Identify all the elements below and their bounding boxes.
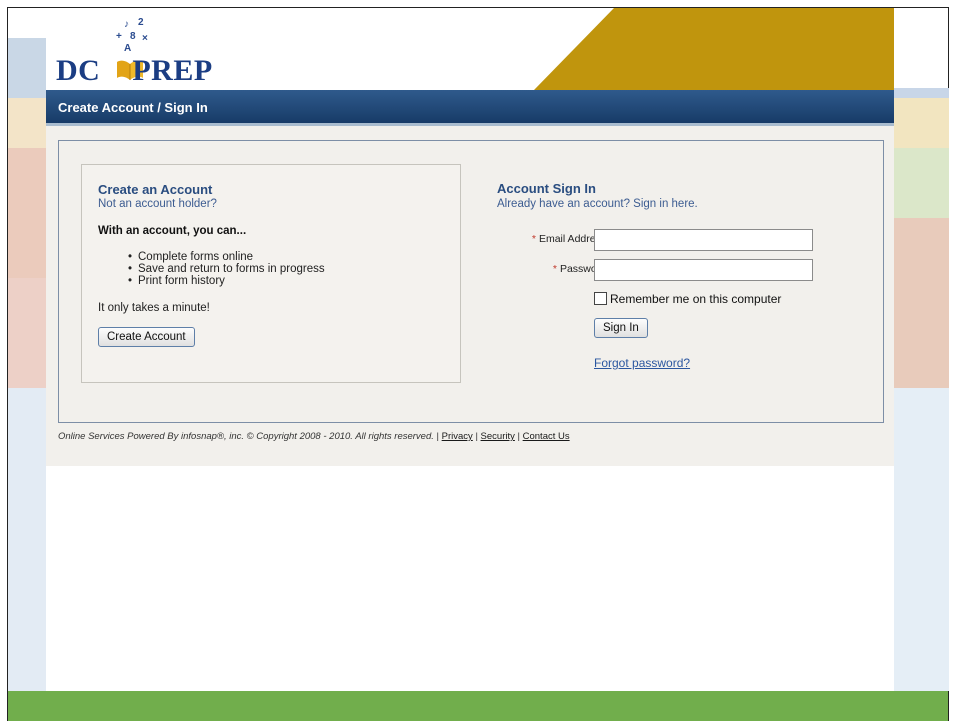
- dc-prep-logo[interactable]: ♪ 2 8 A + × DC PREP: [56, 16, 256, 88]
- email-row: * Email Address:: [497, 229, 827, 251]
- left-decoration: [8, 8, 46, 691]
- page: ♪ 2 8 A + × DC PREP Create Account / Sign…: [46, 8, 894, 691]
- forgot-password-link[interactable]: Forgot password?: [594, 356, 690, 370]
- create-account-note: It only takes a minute!: [98, 302, 210, 314]
- sign-in-subheading: Already have an account? Sign in here.: [497, 198, 698, 210]
- logo-wordmark: DC PREP: [56, 54, 213, 87]
- page-title: Create Account / Sign In: [58, 100, 208, 115]
- security-link[interactable]: Security: [481, 431, 515, 442]
- page-titlebar: Create Account / Sign In: [46, 90, 894, 123]
- email-field[interactable]: [594, 229, 813, 251]
- right-decoration: [894, 8, 949, 691]
- password-row: * Password:: [497, 259, 827, 281]
- remember-me-checkbox[interactable]: [594, 292, 607, 305]
- create-account-button[interactable]: Create Account: [98, 327, 195, 347]
- password-field[interactable]: [594, 259, 813, 281]
- sign-in-heading: Account Sign In: [497, 181, 596, 196]
- header: ♪ 2 8 A + × DC PREP: [46, 8, 894, 90]
- list-item: Complete forms online: [128, 251, 444, 263]
- create-account-box: Create an Account Not an account holder?…: [81, 164, 461, 383]
- create-account-subheading: Not an account holder?: [98, 198, 217, 210]
- list-item: Save and return to forms in progress: [128, 263, 444, 275]
- header-gold-banner: [534, 8, 894, 90]
- benefits-list: Complete forms online Save and return to…: [128, 251, 444, 287]
- footer-copyright: Online Services Powered By infosnap®, in…: [58, 431, 434, 442]
- remember-me-label: Remember me on this computer: [610, 292, 782, 306]
- sign-in-button[interactable]: Sign In: [594, 318, 648, 338]
- content-area: Create an Account Not an account holder?…: [46, 126, 894, 466]
- list-item: Print form history: [128, 275, 444, 287]
- privacy-link[interactable]: Privacy: [442, 431, 473, 442]
- footer: Online Services Powered By infosnap®, in…: [58, 431, 570, 442]
- create-account-lead: With an account, you can...: [98, 225, 247, 237]
- remember-me[interactable]: Remember me on this computer: [594, 292, 781, 306]
- contact-us-link[interactable]: Contact Us: [523, 431, 570, 442]
- bottom-green-bar: [7, 691, 949, 721]
- account-panel: Create an Account Not an account holder?…: [58, 140, 884, 423]
- create-account-heading: Create an Account: [98, 182, 213, 197]
